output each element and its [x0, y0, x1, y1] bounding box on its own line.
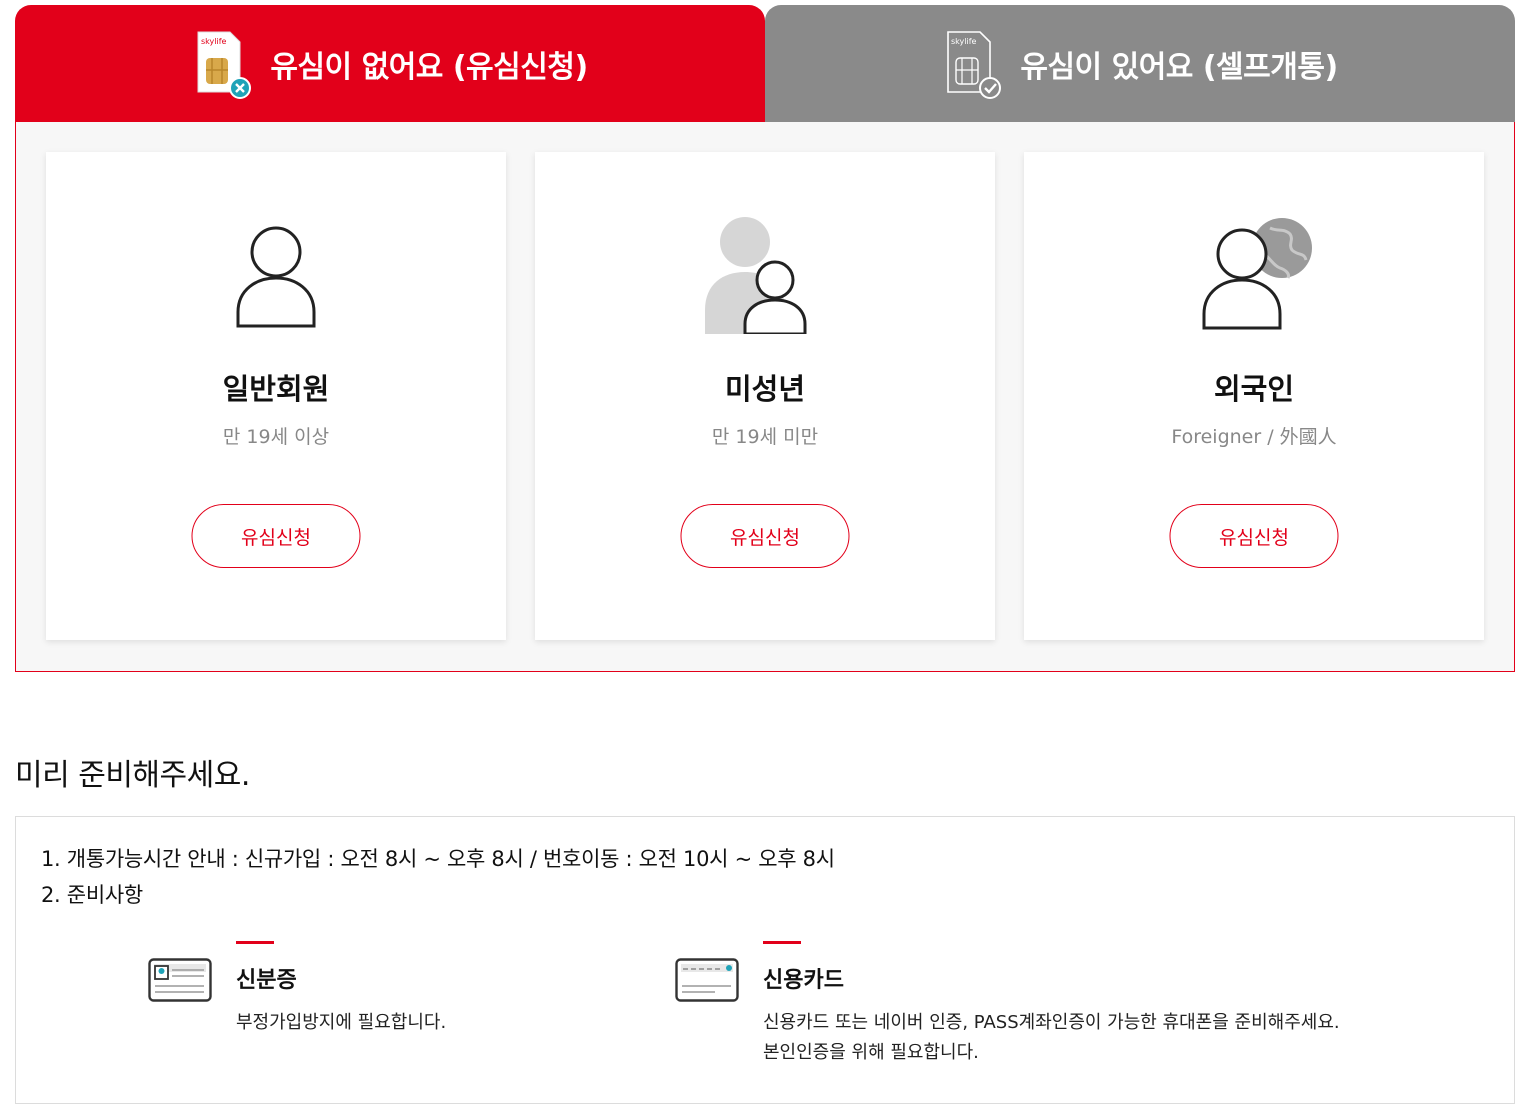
credit-card-desc-line1: 신용카드 또는 네이버 인증, PASS계좌인증이 가능한 휴대폰을 준비해주세… [763, 1012, 1340, 1033]
card-title: 외국인 [1213, 372, 1295, 406]
card-title: 미성년 [724, 372, 806, 406]
tab-have-sim[interactable]: skylife 유심이 있어요 (셀프개통) [765, 5, 1515, 123]
card-foreigner: 외국인 Foreigner / 外國人 유심신청 [1024, 152, 1484, 640]
person-icon [216, 214, 336, 334]
sim-apply-button-general[interactable]: 유심신청 [191, 504, 361, 568]
sim-brand-text-inactive: skylife [951, 37, 977, 46]
card-subtitle: Foreigner / 外國人 [1171, 426, 1337, 448]
activation-hours-text: 1. 개통가능시간 안내 : 신규가입 : 오전 8시 ~ 오후 8시 / 번호… [41, 847, 835, 871]
requirements-heading: 2. 준비사항 [41, 883, 143, 907]
id-card-accent-bar [236, 941, 274, 944]
sim-tabs: skylife 유심이 없어요 (유심신청) skylife 유심이 있어요 (… [15, 5, 1515, 123]
prepare-box: 1. 개통가능시간 안내 : 신규가입 : 오전 8시 ~ 오후 8시 / 번호… [15, 816, 1515, 1104]
sim-brand-text: skylife [201, 37, 227, 46]
credit-card-title: 신용카드 [763, 968, 844, 993]
sim-card-x-icon: skylife [192, 28, 252, 100]
minor-person-icon [705, 214, 825, 336]
sim-apply-button-foreigner[interactable]: 유심신청 [1169, 504, 1339, 568]
credit-card-desc-line2: 본인인증을 위해 필요합니다. [763, 1042, 979, 1063]
credit-card-icon [675, 958, 739, 1002]
member-type-panel: 일반회원 만 19세 이상 유심신청 미성년 만 19세 미만 유심신청 외국인… [15, 122, 1515, 672]
sim-apply-button-minor[interactable]: 유심신청 [680, 504, 850, 568]
prepare-title: 미리 준비해주세요. [15, 758, 250, 793]
id-card-title: 신분증 [236, 968, 297, 993]
tab-no-sim[interactable]: skylife 유심이 없어요 (유심신청) [15, 5, 765, 123]
sim-card-check-icon: skylife [942, 28, 1002, 100]
credit-card-accent-bar [763, 941, 801, 944]
tab-have-sim-label: 유심이 있어요 (셀프개통) [1020, 50, 1338, 85]
card-subtitle: 만 19세 미만 [711, 426, 819, 448]
card-subtitle: 만 19세 이상 [222, 426, 330, 448]
member-cards: 일반회원 만 19세 이상 유심신청 미성년 만 19세 미만 유심신청 외국인… [46, 152, 1484, 640]
tab-no-sim-label: 유심이 없어요 (유심신청) [270, 50, 588, 85]
card-minor: 미성년 만 19세 미만 유심신청 [535, 152, 995, 640]
card-general-member: 일반회원 만 19세 이상 유심신청 [46, 152, 506, 640]
id-card-desc: 부정가입방지에 필요합니다. [236, 1012, 447, 1033]
foreigner-globe-icon [1194, 214, 1314, 334]
card-title: 일반회원 [222, 372, 330, 406]
id-card-icon [148, 958, 212, 1002]
